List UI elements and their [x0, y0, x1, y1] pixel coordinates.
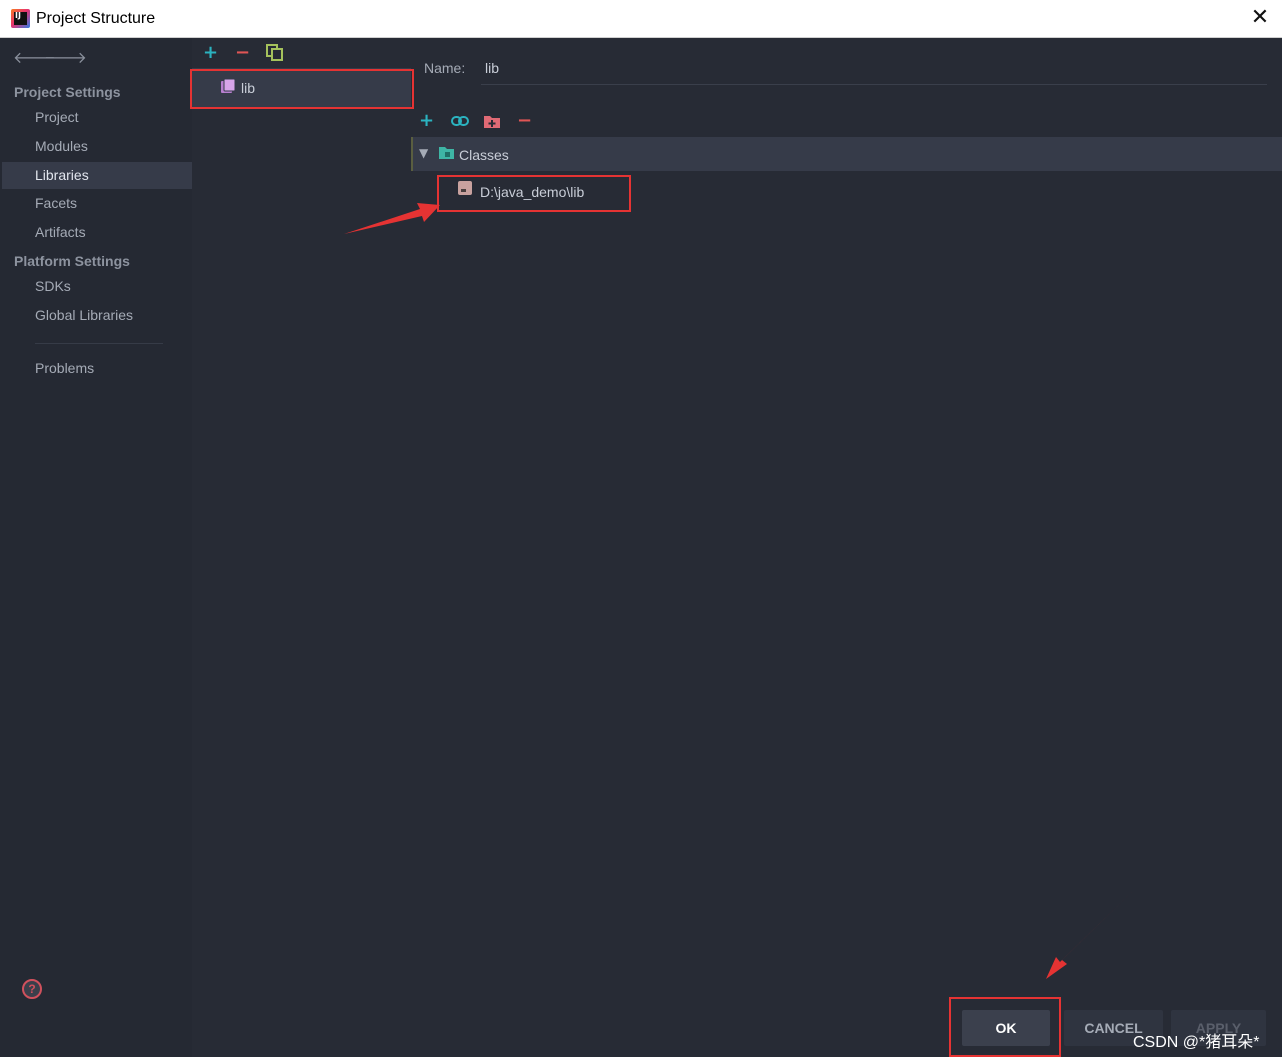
sidebar: 🡐 🡒 Project Settings Project Modules Lib… — [0, 38, 192, 1057]
project-settings-header: Project Settings — [14, 84, 121, 100]
title-bar: IJ Project Structure ✕ — [0, 0, 1282, 38]
classes-label: Classes — [459, 147, 509, 163]
sidebar-item-global-libraries[interactable]: Global Libraries — [2, 302, 192, 329]
add-root-icon[interactable]: + — [419, 112, 434, 130]
name-field-label: Name: — [424, 60, 466, 76]
sidebar-item-modules[interactable]: Modules — [2, 133, 192, 160]
remove-root-icon[interactable]: − — [517, 112, 532, 130]
name-field-underline — [481, 84, 1267, 85]
classes-folder-icon — [439, 147, 454, 159]
copy-library-icon[interactable] — [266, 44, 283, 61]
annotation-box-library — [190, 69, 414, 109]
forward-arrow-icon[interactable]: 🡒 — [44, 47, 87, 67]
add-folder-icon[interactable] — [483, 113, 501, 129]
sidebar-item-facets[interactable]: Facets — [2, 190, 192, 217]
sidebar-item-sdks[interactable]: SDKs — [2, 273, 192, 300]
sidebar-item-libraries[interactable]: Libraries — [2, 162, 192, 189]
annotation-box-class-path — [437, 175, 631, 212]
classes-tree-node[interactable]: ▼ Classes — [411, 137, 1282, 171]
csdn-watermark: CSDN @*猪耳朵* — [1133, 1034, 1260, 1051]
chevron-down-icon[interactable]: ▼ — [419, 146, 428, 160]
close-icon[interactable]: ✕ — [1248, 6, 1272, 30]
sidebar-divider — [35, 343, 163, 344]
intellij-app-icon: IJ — [11, 9, 30, 28]
name-field[interactable]: lib — [485, 60, 499, 76]
sidebar-item-artifacts[interactable]: Artifacts — [2, 219, 192, 246]
link-icon[interactable] — [451, 114, 469, 128]
help-icon[interactable]: ? — [22, 979, 42, 999]
sidebar-item-problems[interactable]: Problems — [2, 355, 192, 382]
remove-library-icon[interactable]: − — [235, 44, 250, 62]
add-library-icon[interactable]: + — [203, 44, 218, 62]
platform-settings-header: Platform Settings — [14, 253, 130, 269]
annotation-box-ok — [949, 997, 1061, 1057]
window-title: Project Structure — [36, 10, 156, 27]
library-list-panel: + − lib — [192, 38, 411, 978]
sidebar-item-project[interactable]: Project — [2, 104, 192, 131]
